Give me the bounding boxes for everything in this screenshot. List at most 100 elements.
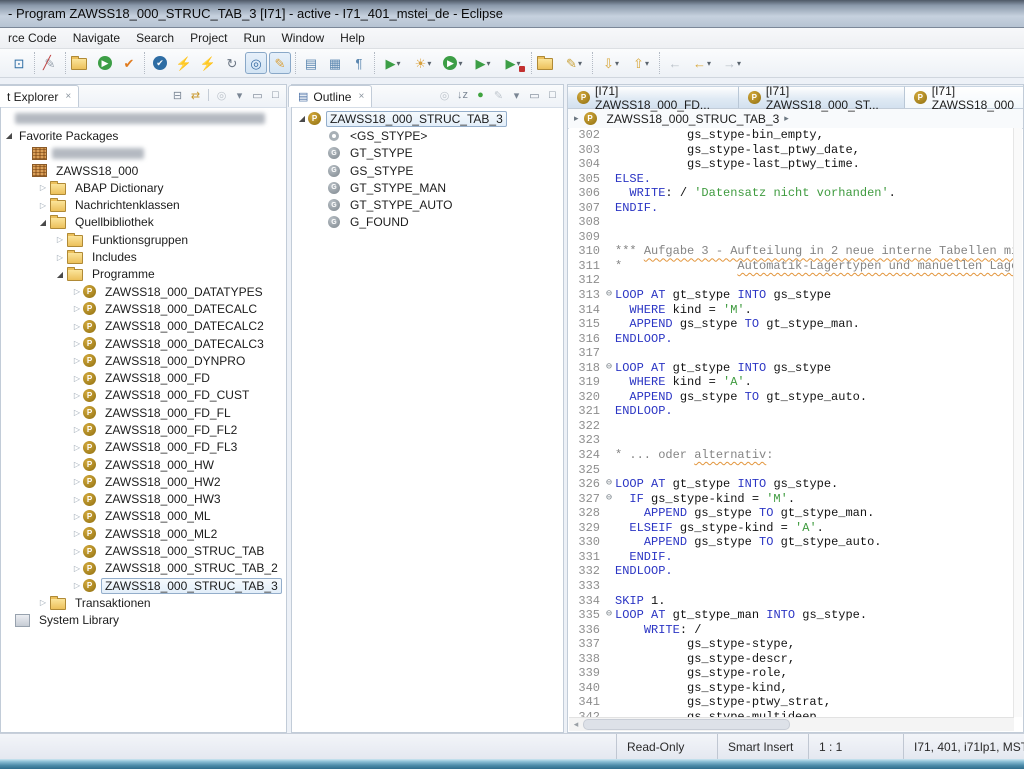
tree-item-zawss18-000-hw3[interactable]: ▷PZAWSS18_000_HW3 <box>1 491 286 508</box>
link-with-editor-icon[interactable]: ⇄ <box>188 87 203 103</box>
menu-item-help[interactable]: Help <box>332 28 373 48</box>
tree-item-zawss18-000-struc-tab-3[interactable]: ◢PZAWSS18_000_STRUC_TAB_3 <box>292 110 563 127</box>
tree-item-zawss18-000-ml[interactable]: ▷PZAWSS18_000_ML <box>1 508 286 525</box>
tree-item-zawss18-000-datatypes[interactable]: ▷PZAWSS18_000_DATATYPES <box>1 283 286 300</box>
deactivate-icon[interactable]: ✎ <box>39 52 61 74</box>
expand-arrow-icon[interactable]: ▷ <box>71 529 83 538</box>
scrollbar-thumb[interactable] <box>583 719 790 730</box>
open-type-icon[interactable] <box>536 52 558 74</box>
collapse-all-icon[interactable]: ⊟ <box>170 87 185 103</box>
tree-item-zawss18-000-datecalc[interactable]: ▷PZAWSS18_000_DATECALC <box>1 300 286 317</box>
project-explorer-tree[interactable]: ◢Favorite PackagesZAWSS18_000▷ABAP Dicti… <box>1 107 286 732</box>
scroll-left-icon[interactable]: ◂ <box>569 719 583 730</box>
fold-collapse-icon[interactable]: ⊖ <box>603 288 615 303</box>
fold-collapse-icon[interactable]: ⊖ <box>603 361 615 376</box>
tree-item-zawss18-000-struc-tab[interactable]: ▷PZAWSS18_000_STRUC_TAB <box>1 542 286 559</box>
expand-arrow-icon[interactable]: ▷ <box>37 201 49 210</box>
collapse-arrow-icon[interactable]: ◢ <box>37 218 49 227</box>
code-area[interactable]: 302 gs_stype-bin_empty,303 gs_stype-last… <box>569 128 1014 717</box>
forward-icon[interactable]: →▾ <box>718 52 746 74</box>
run-as-abap-icon[interactable]: ▶ <box>94 52 116 74</box>
breadcrumb-expand-icon[interactable]: ▸ <box>574 113 579 124</box>
expand-arrow-icon[interactable]: ▷ <box>71 287 83 296</box>
editor-tab-i71-zawss18-000-st[interactable]: P[I71] ZAWSS18_000_ST... <box>739 86 905 108</box>
expand-arrow-icon[interactable]: ▷ <box>71 564 83 573</box>
highlighter-icon[interactable]: ✎ <box>269 52 291 74</box>
expand-arrow-icon[interactable]: ▷ <box>71 495 83 504</box>
expand-arrow-icon[interactable]: ▷ <box>71 374 83 383</box>
dropdown-arrow-icon[interactable]: ▾ <box>737 59 741 68</box>
expand-arrow-icon[interactable]: ▷ <box>71 356 83 365</box>
update-objects-icon[interactable]: ↻ <box>221 52 243 74</box>
expand-arrow-icon[interactable]: ▷ <box>71 425 83 434</box>
check-syntax-icon[interactable]: ✔ <box>149 52 171 74</box>
close-icon[interactable]: × <box>358 91 364 102</box>
sap-gui-icon[interactable]: ⊡ <box>8 52 30 74</box>
run-last-launched-icon[interactable]: ▶▾ <box>379 52 407 74</box>
show-whitespace-icon[interactable]: ¶ <box>348 52 370 74</box>
dropdown-arrow-icon[interactable]: ▾ <box>427 59 431 68</box>
breadcrumb-next-icon[interactable]: ▸ <box>784 113 789 124</box>
sort-alphabetically-icon[interactable]: ↓z <box>455 87 470 103</box>
debug-icon[interactable]: ☀▾ <box>409 52 437 74</box>
expand-arrow-icon[interactable]: ▷ <box>71 547 83 556</box>
console-icon[interactable]: ▦ <box>324 52 346 74</box>
focus-task-icon[interactable]: ◎ <box>214 87 229 103</box>
editor-tab-i71-zawss18-000[interactable]: P[I71] ZAWSS18_000 <box>905 86 1023 108</box>
collapse-arrow-icon[interactable]: ◢ <box>54 270 66 279</box>
back-disabled-icon[interactable]: ← <box>664 52 686 74</box>
editor-tab-i71-zawss18-000-fd[interactable]: P[I71] ZAWSS18_000_FD... <box>568 86 739 108</box>
tree-item-zawss18-000-fd-fl3[interactable]: ▷PZAWSS18_000_FD_FL3 <box>1 439 286 456</box>
tree-item-programme[interactable]: ◢Programme <box>1 266 286 283</box>
tree-item-zawss18-000-struc-tab-3[interactable]: ▷PZAWSS18_000_STRUC_TAB_3 <box>1 577 286 594</box>
mass-activation-icon[interactable]: ⚡ <box>197 52 219 74</box>
expand-arrow-icon[interactable]: ▷ <box>71 391 83 400</box>
open-development-object-icon[interactable] <box>70 52 92 74</box>
tree-item-gs-stype[interactable]: GGS_STYPE <box>292 162 563 179</box>
tree-item-g-found[interactable]: GG_FOUND <box>292 214 563 231</box>
tree-item-gs-stype[interactable]: <GS_STYPE> <box>292 127 563 144</box>
tree-item-zawss18-000-fd-fl2[interactable]: ▷PZAWSS18_000_FD_FL2 <box>1 421 286 438</box>
tree-item-zawss18-000[interactable]: ZAWSS18_000 <box>1 162 286 179</box>
tree-item-zawss18-000-struc-tab-2[interactable]: ▷PZAWSS18_000_STRUC_TAB_2 <box>1 560 286 577</box>
dropdown-arrow-icon[interactable]: ▾ <box>578 59 582 68</box>
menu-item-window[interactable]: Window <box>273 28 332 48</box>
tree-item-abap-dictionary[interactable]: ▷ABAP Dictionary <box>1 179 286 196</box>
dropdown-arrow-icon[interactable]: ▾ <box>615 59 619 68</box>
menu-item-navigate[interactable]: Navigate <box>65 28 128 48</box>
tree-item-zawss18-000-hw2[interactable]: ▷PZAWSS18_000_HW2 <box>1 473 286 490</box>
next-annotation-icon[interactable]: ⇩▾ <box>597 52 625 74</box>
expand-arrow-icon[interactable]: ▷ <box>71 339 83 348</box>
expand-arrow-icon[interactable]: ▷ <box>37 598 49 607</box>
tree-item-gt-stype-man[interactable]: GGT_STYPE_MAN <box>292 179 563 196</box>
title-bar[interactable]: - Program ZAWSS18_000_STRUC_TAB_3 [I71] … <box>0 0 1024 28</box>
menu-item-project[interactable]: Project <box>182 28 235 48</box>
tree-item-zawss18-000-dynpro[interactable]: ▷PZAWSS18_000_DYNPRO <box>1 352 286 369</box>
tree-item-zawss18-000-fd[interactable]: ▷PZAWSS18_000_FD <box>1 369 286 386</box>
expand-arrow-icon[interactable]: ▷ <box>71 477 83 486</box>
profile-icon[interactable]: ▶▾ <box>499 52 527 74</box>
dropdown-arrow-icon[interactable]: ▾ <box>458 59 462 68</box>
dropdown-arrow-icon[interactable]: ▾ <box>396 59 400 68</box>
tree-item-zawss18-000-fd-cust[interactable]: ▷PZAWSS18_000_FD_CUST <box>1 387 286 404</box>
back-icon[interactable]: ←▾ <box>688 52 716 74</box>
show-annotations-icon[interactable]: ● <box>473 87 488 103</box>
tree-item-zawss18-000-datecalc3[interactable]: ▷PZAWSS18_000_DATECALC3 <box>1 335 286 352</box>
tree-item-system-library[interactable]: System Library <box>1 612 286 629</box>
maximize-icon[interactable]: □ <box>545 87 560 103</box>
tree-item-zawss18-000-fd-fl[interactable]: ▷PZAWSS18_000_FD_FL <box>1 404 286 421</box>
tree-item-gt-stype-auto[interactable]: GGT_STYPE_AUTO <box>292 196 563 213</box>
tree-item-zawss18-000-ml2[interactable]: ▷PZAWSS18_000_ML2 <box>1 525 286 542</box>
coverage-icon[interactable]: ▶▾ <box>469 52 497 74</box>
breadcrumb-item-program[interactable]: ZAWSS18_000_STRUC_TAB_3 <box>607 112 780 126</box>
tree-item-redacted[interactable] <box>1 145 286 162</box>
expand-arrow-icon[interactable]: ▷ <box>37 183 49 192</box>
activate-torch-icon[interactable]: ⚡ <box>173 52 195 74</box>
tree-item-redacted[interactable] <box>1 110 286 127</box>
tree-item-funktionsgruppen[interactable]: ▷Funktionsgruppen <box>1 231 286 248</box>
mark-occurrences-icon[interactable]: ◎ <box>245 52 267 74</box>
tab-project-explorer[interactable]: t Explorer × <box>0 85 79 107</box>
outline-tree[interactable]: ◢PZAWSS18_000_STRUC_TAB_3<GS_STYPE> GGT_S… <box>292 107 563 732</box>
tree-item-nachrichtenklassen[interactable]: ▷Nachrichtenklassen <box>1 196 286 213</box>
view-menu-icon[interactable]: ▾ <box>509 87 524 103</box>
